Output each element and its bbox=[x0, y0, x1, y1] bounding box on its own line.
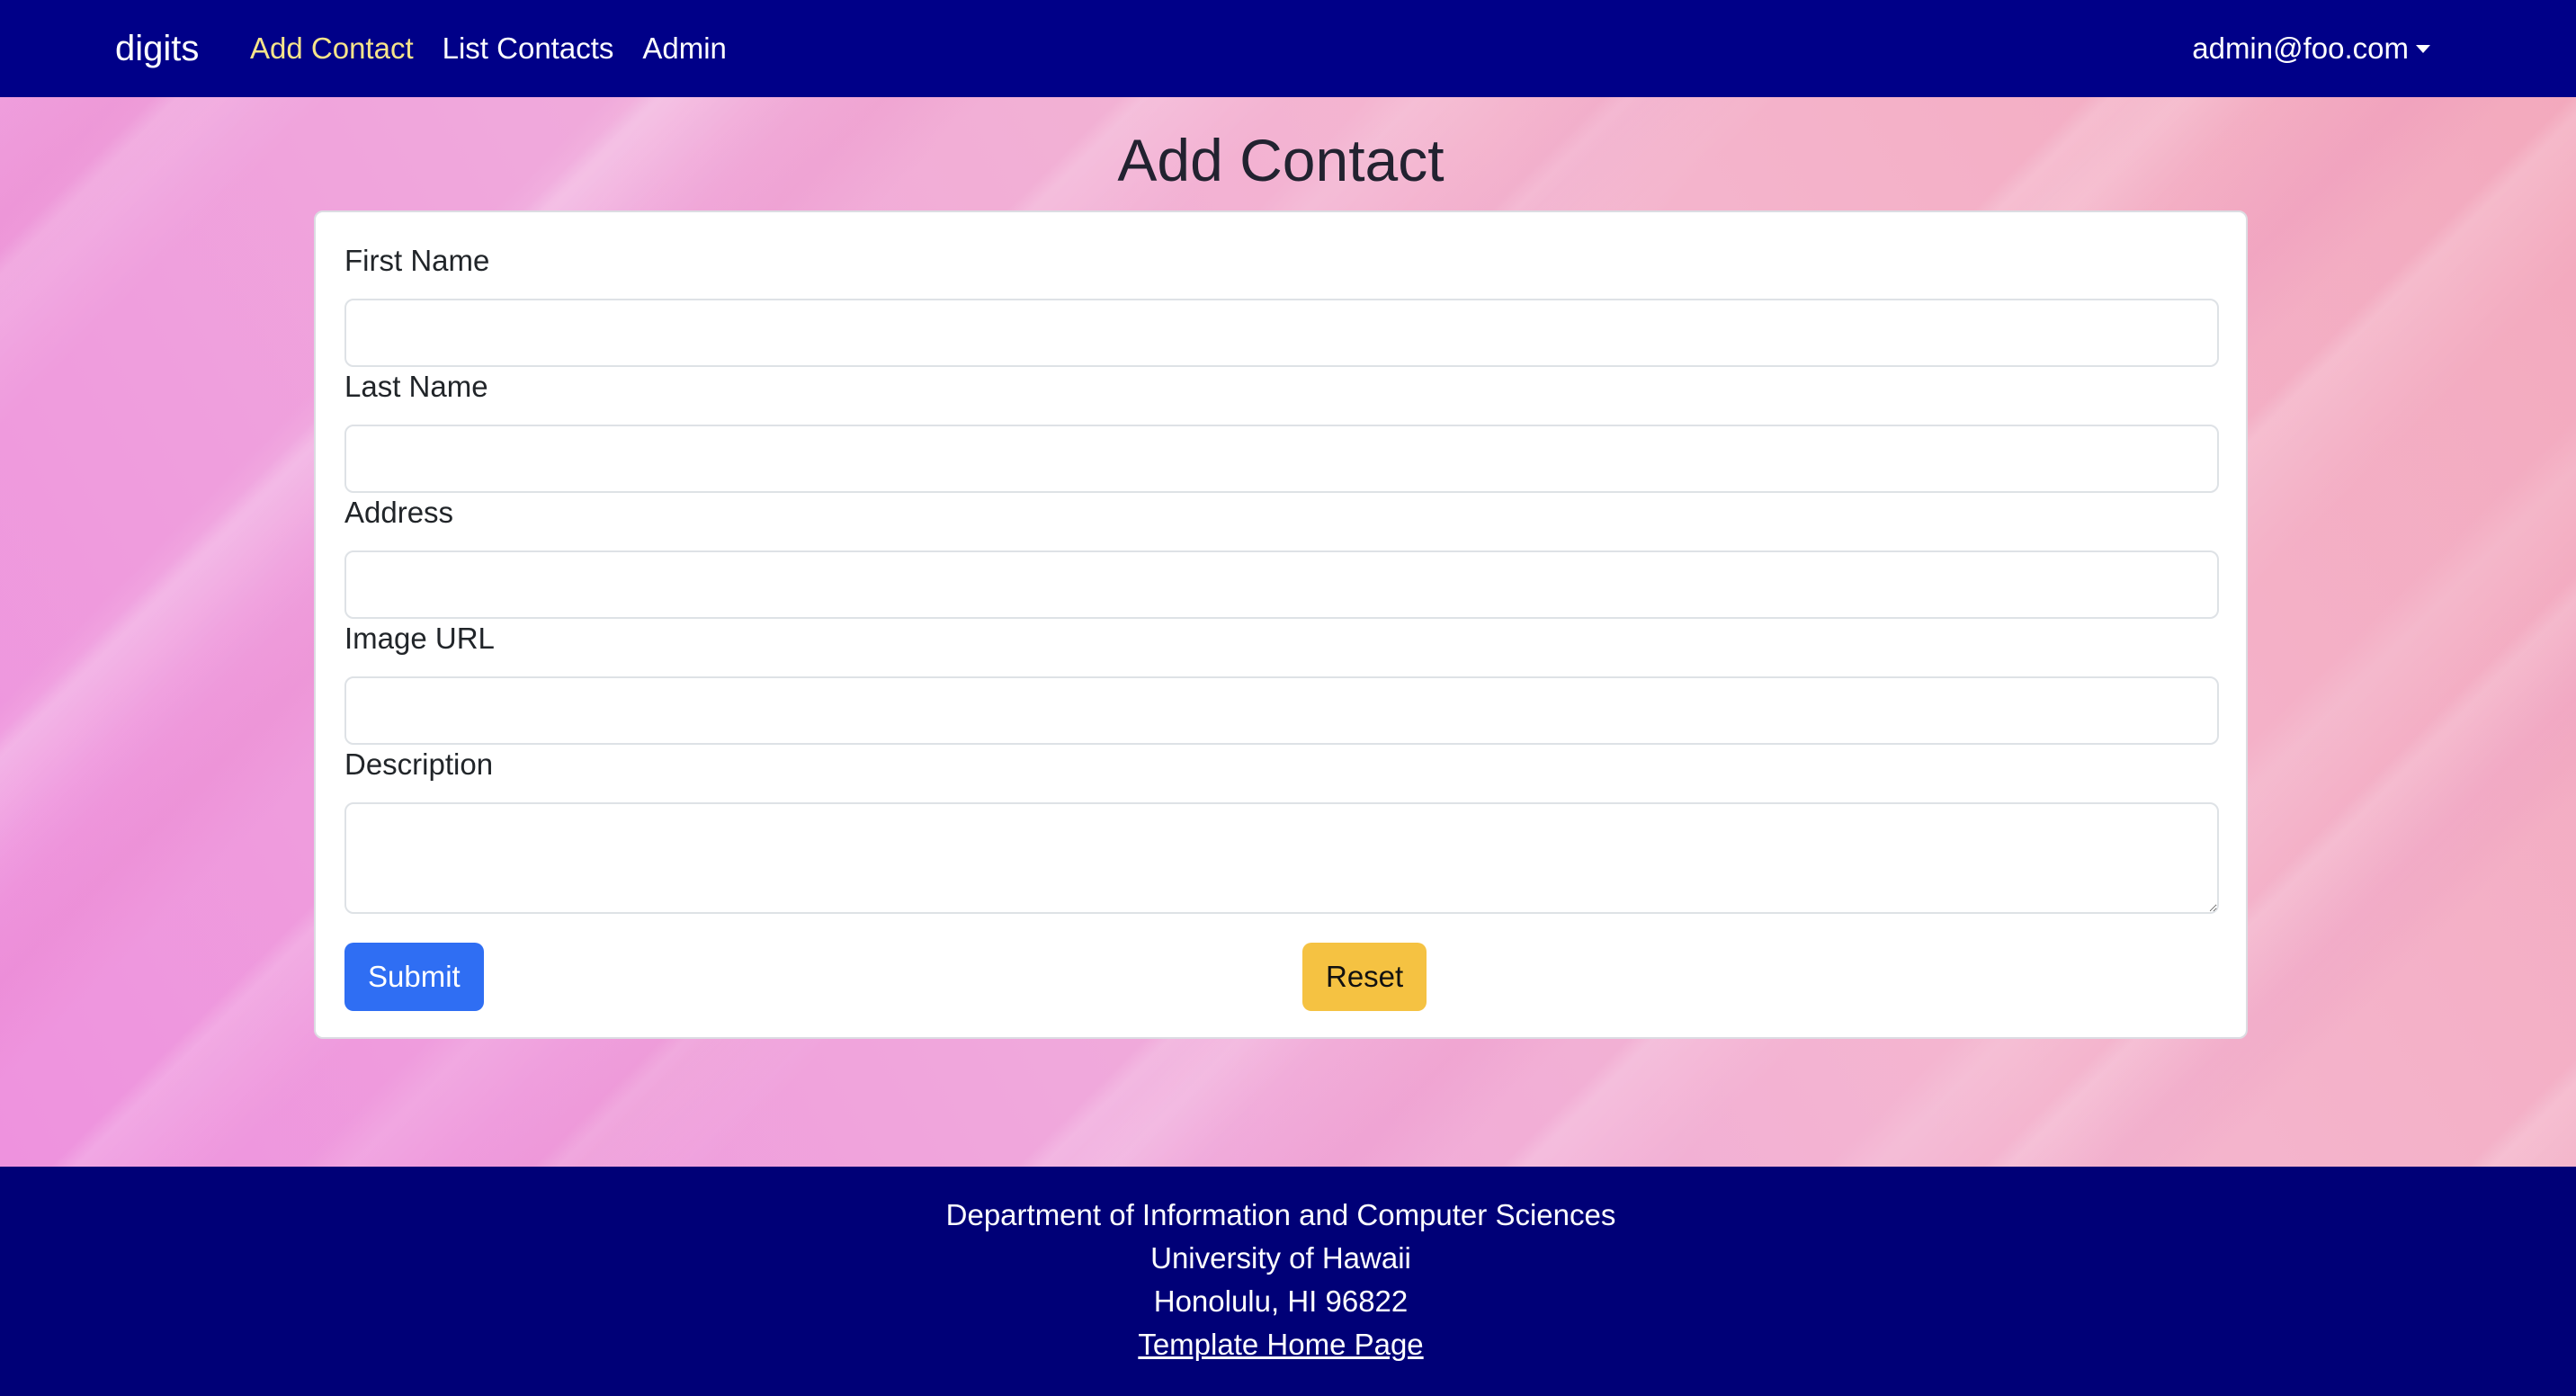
address-input[interactable] bbox=[344, 550, 2219, 619]
footer-department: Department of Information and Computer S… bbox=[945, 1198, 1616, 1231]
template-home-page-link[interactable]: Template Home Page bbox=[1138, 1328, 1423, 1361]
image-url-input[interactable] bbox=[344, 676, 2219, 745]
add-contact-form-card: First Name Last Name Address Image URL D… bbox=[314, 210, 2248, 1039]
nav-links: Add Contact List Contacts Admin bbox=[236, 0, 741, 97]
address-label: Address bbox=[344, 496, 454, 529]
user-email: admin@foo.com bbox=[2192, 31, 2409, 65]
description-textarea[interactable] bbox=[344, 802, 2219, 914]
user-dropdown[interactable]: admin@foo.com bbox=[2192, 0, 2430, 97]
page-title: Add Contact bbox=[1117, 127, 1445, 193]
image-url-label: Image URL bbox=[344, 622, 495, 655]
brand-link[interactable]: digits bbox=[115, 0, 199, 97]
last-name-input[interactable] bbox=[344, 425, 2219, 493]
nav-link-list-contacts[interactable]: List Contacts bbox=[428, 0, 629, 97]
navbar: digits Add Contact List Contacts Admin a… bbox=[0, 0, 2576, 97]
footer: Department of Information and Computer S… bbox=[0, 1167, 2576, 1396]
caret-down-icon bbox=[2416, 44, 2430, 53]
nav-link-add-contact[interactable]: Add Contact bbox=[236, 0, 428, 97]
first-name-input[interactable] bbox=[344, 299, 2219, 367]
footer-university: University of Hawaii bbox=[1150, 1241, 1411, 1275]
footer-city: Honolulu, HI 96822 bbox=[1153, 1284, 1409, 1318]
first-name-label: First Name bbox=[344, 244, 490, 277]
description-label: Description bbox=[344, 747, 494, 781]
reset-button[interactable]: Reset bbox=[1302, 943, 1427, 1011]
nav-link-admin[interactable]: Admin bbox=[628, 0, 741, 97]
footer-address: Department of Information and Computer S… bbox=[0, 1194, 2562, 1366]
submit-button[interactable]: Submit bbox=[344, 943, 484, 1011]
last-name-label: Last Name bbox=[344, 370, 488, 403]
